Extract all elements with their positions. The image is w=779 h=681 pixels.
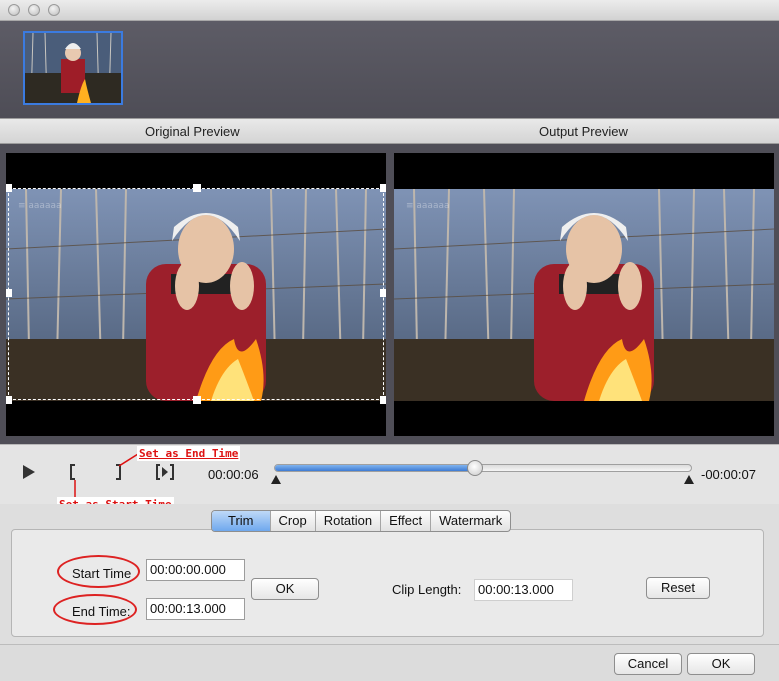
trim-panel: Start Time 00:00:00.000 End Time: 00:00:… bbox=[11, 529, 764, 637]
clip-length-field: 00:00:13.000 bbox=[474, 579, 573, 601]
clip-length-label: Clip Length: bbox=[392, 582, 462, 597]
ok-button[interactable]: OK bbox=[687, 653, 755, 675]
tab-rotation[interactable]: Rotation bbox=[316, 511, 382, 531]
dialog-footer: Cancel OK bbox=[0, 644, 779, 681]
end-time-highlight bbox=[53, 594, 137, 625]
reset-button[interactable]: Reset bbox=[646, 577, 710, 599]
cancel-button[interactable]: Cancel bbox=[614, 653, 682, 675]
tab-watermark[interactable]: Watermark bbox=[431, 511, 510, 531]
trim-ok-button[interactable]: OK bbox=[251, 578, 319, 600]
edit-panel: Start Time 00:00:00.000 End Time: 00:00:… bbox=[0, 504, 779, 644]
start-time-highlight bbox=[57, 555, 140, 588]
edit-tabs: Trim Crop Rotation Effect Watermark bbox=[211, 510, 512, 532]
end-time-callout: Set as End Time bbox=[137, 446, 241, 461]
tab-crop[interactable]: Crop bbox=[271, 511, 316, 531]
tab-effect[interactable]: Effect bbox=[381, 511, 432, 531]
start-time-field[interactable]: 00:00:00.000 bbox=[146, 559, 245, 581]
end-time-field[interactable]: 00:00:13.000 bbox=[146, 598, 245, 620]
tab-trim[interactable]: Trim bbox=[212, 511, 271, 531]
